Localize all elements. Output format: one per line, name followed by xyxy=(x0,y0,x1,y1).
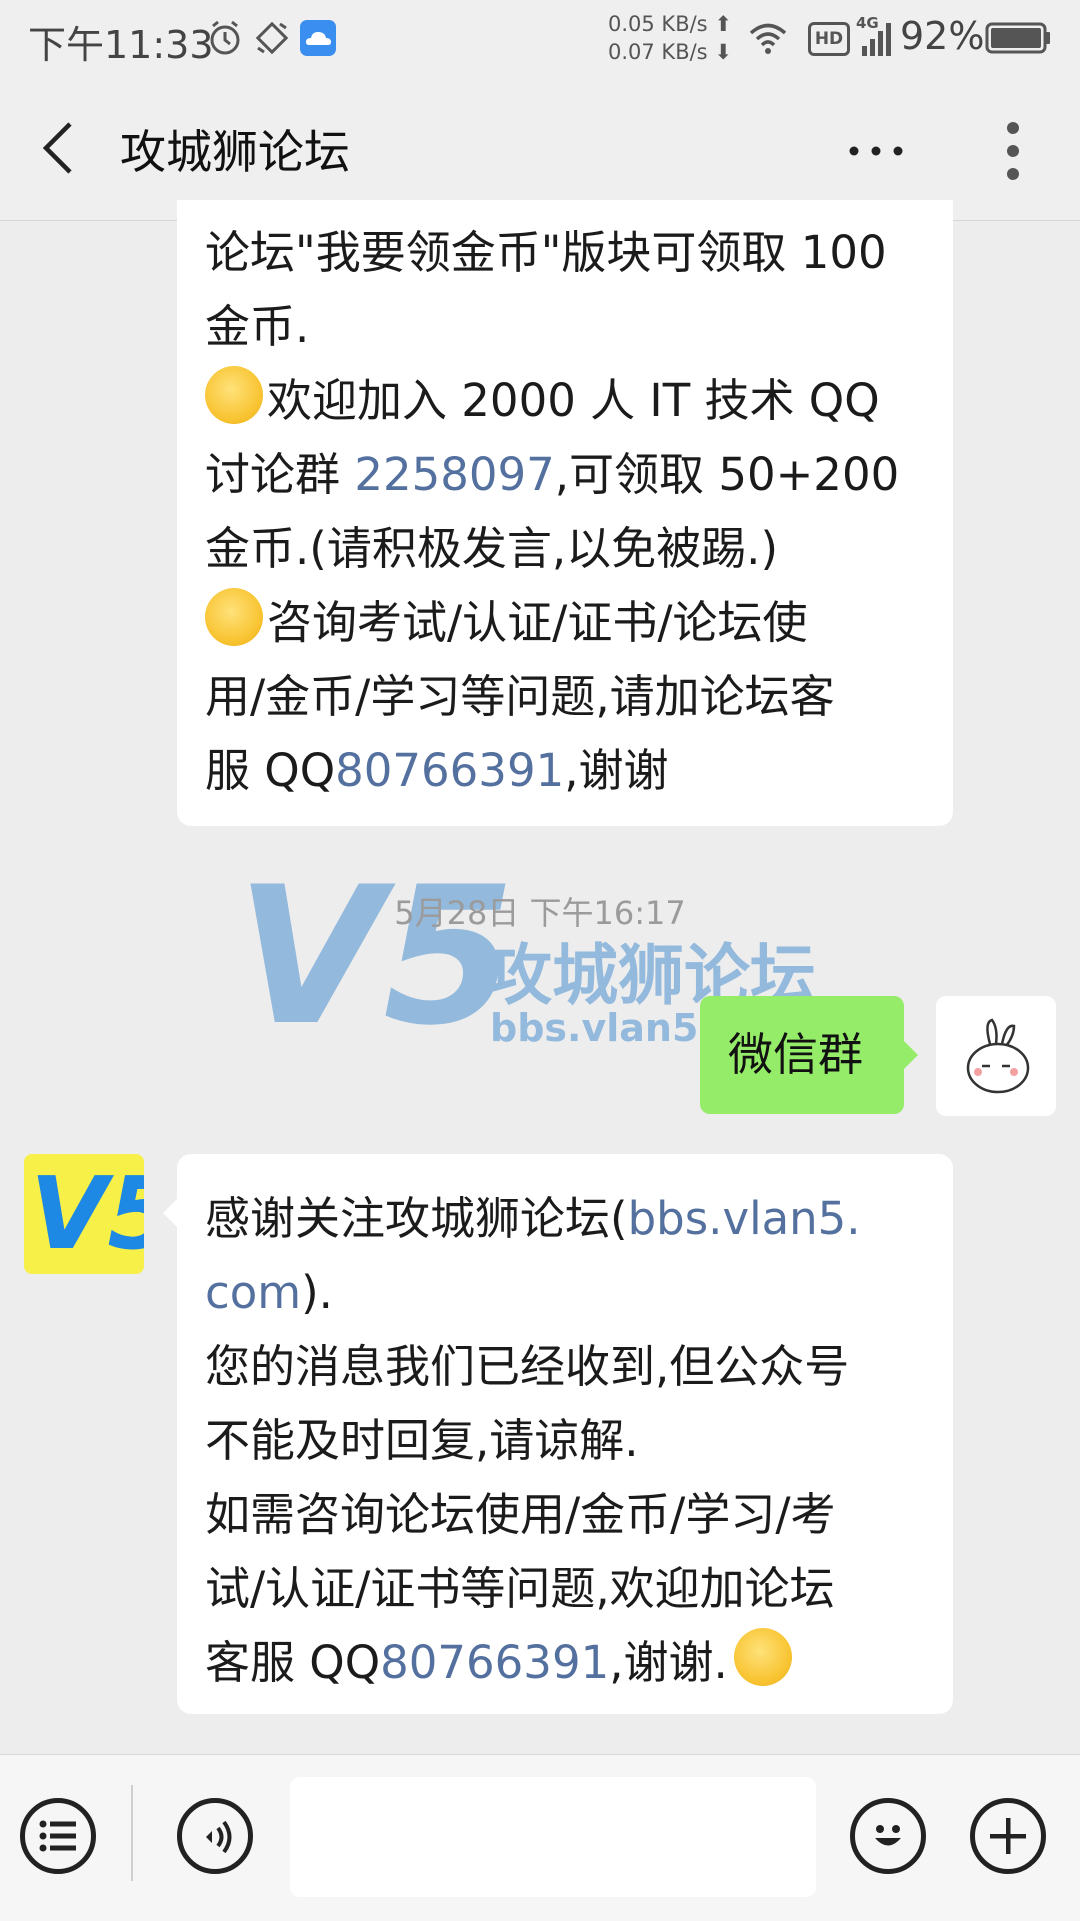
message-line-text: ,谢谢. xyxy=(609,1636,728,1689)
message-line: 客服 QQ80766391,谢谢. xyxy=(205,1626,861,1700)
plus-icon xyxy=(990,1818,1026,1854)
message-line: 试/认证/证书等问题,欢迎加论坛 xyxy=(205,1562,835,1615)
chat-timestamp: 5月28日 下午16:17 xyxy=(394,894,686,932)
rabbit-avatar-icon xyxy=(966,1018,1030,1094)
message-line: 欢迎加入 2000 人 IT 技术 QQ xyxy=(205,364,899,438)
divider xyxy=(131,1785,133,1881)
battery-icon xyxy=(985,22,1050,54)
user-avatar[interactable] xyxy=(936,996,1056,1116)
status-time: 下午11:33 xyxy=(28,23,214,67)
message-line: 金币. xyxy=(205,300,310,353)
message-line: 如需咨询论坛使用/金币/学习/考 xyxy=(205,1488,836,1541)
message-line-text: 欢迎加入 2000 人 IT 技术 QQ xyxy=(267,374,880,427)
message-line-text: 咨询考试/认证/证书/论坛使 xyxy=(267,596,808,649)
message-line-text: ,谢谢 xyxy=(564,744,669,797)
cloud-icon xyxy=(300,20,336,56)
message-line: 感谢关注攻城狮论坛(bbs.vlan5. xyxy=(205,1182,861,1256)
input-bar xyxy=(0,1754,1080,1921)
emoji-button[interactable] xyxy=(850,1798,926,1874)
message-line: com). xyxy=(205,1256,861,1330)
message-line-text: 感谢关注攻城狮论坛( xyxy=(205,1192,628,1245)
net-up-value: 0.05 KB/s xyxy=(608,12,708,36)
menu-toggle-button[interactable] xyxy=(20,1798,96,1874)
status-bar: 下午11:33 0.05 KB/s ⬆ 0.07 KB/s ⬇ HD 4G 92… xyxy=(0,0,1080,80)
message-text: 感谢关注攻城狮论坛(bbs.vlan5. com). 您的消息我们已经收到,但公… xyxy=(205,1182,861,1700)
bubble-tail xyxy=(163,1198,178,1228)
net-down-value: 0.07 KB/s xyxy=(608,40,708,64)
message-line-text: 服 QQ xyxy=(205,744,336,797)
message-input[interactable] xyxy=(290,1777,816,1897)
wifi-icon xyxy=(749,23,787,54)
list-menu-icon xyxy=(39,1820,76,1852)
message-line-text: 客服 QQ xyxy=(205,1636,381,1689)
vertical-dots-icon[interactable] xyxy=(998,118,1028,184)
forum-url-link[interactable]: com xyxy=(205,1266,301,1319)
hd-badge: HD xyxy=(808,22,850,56)
message-line: 您的消息我们已经收到,但公众号 xyxy=(205,1340,850,1393)
message-line-text: 讨论群 xyxy=(205,448,355,501)
more-dots-icon[interactable] xyxy=(846,136,906,166)
message-line: 服 QQ80766391,谢谢 xyxy=(205,734,899,808)
plus-button[interactable] xyxy=(970,1798,1046,1874)
message-line-text: ,可领取 50+200 xyxy=(554,448,900,501)
voice-icon xyxy=(206,1820,232,1854)
received-message-bubble: 论坛"我要领金币"版块可领取 100 金币. 欢迎加入 2000 人 IT 技术… xyxy=(177,200,953,826)
page-title: 攻城狮论坛 xyxy=(120,125,350,179)
back-arrow-icon[interactable] xyxy=(38,118,78,178)
message-line-text: ). xyxy=(301,1266,333,1319)
message-text: 论坛"我要领金币"版块可领取 100 金币. 欢迎加入 2000 人 IT 技术… xyxy=(205,216,899,808)
message-line: 讨论群 2258097,可领取 50+200 xyxy=(205,438,899,512)
sent-message-text: 微信群 xyxy=(728,1028,864,1081)
network-speed: 0.05 KB/s ⬆ 0.07 KB/s ⬇ xyxy=(608,12,732,64)
smile-emoji-icon xyxy=(205,366,263,424)
voice-button[interactable] xyxy=(177,1798,253,1874)
message-line: 用/金币/学习等问题,请加论坛客 xyxy=(205,670,835,723)
emoji-icon xyxy=(875,1825,901,1846)
battery-percent: 92% xyxy=(900,14,985,58)
signal-icon xyxy=(862,23,891,56)
forum-url-link[interactable]: bbs.vlan5. xyxy=(628,1192,861,1245)
rotate-icon xyxy=(255,21,289,55)
message-line: 论坛"我要领金币"版块可领取 100 xyxy=(205,226,887,279)
message-line: 咨询考试/认证/证书/论坛使 xyxy=(205,586,899,660)
avatar-logo: V5 xyxy=(30,1155,144,1272)
qq-group-link[interactable]: 2258097 xyxy=(354,448,554,501)
alarm-icon xyxy=(210,20,240,55)
received-message-bubble: 感谢关注攻城狮论坛(bbs.vlan5. com). 您的消息我们已经收到,但公… xyxy=(163,1154,953,1714)
sent-message-bubble: 微信群 xyxy=(700,996,918,1114)
bubble-tail xyxy=(903,1040,918,1070)
message-line: 金币.(请积极发言,以免被踢.) xyxy=(205,522,779,575)
official-account-avatar[interactable]: V5 xyxy=(24,1154,144,1274)
message-line: 不能及时回复,请谅解. xyxy=(205,1414,639,1467)
smile-emoji-icon xyxy=(733,1628,792,1686)
qq-service-link[interactable]: 80766391 xyxy=(335,744,564,797)
wink-tongue-emoji-icon xyxy=(205,588,263,646)
qq-service-link[interactable]: 80766391 xyxy=(380,1636,609,1689)
